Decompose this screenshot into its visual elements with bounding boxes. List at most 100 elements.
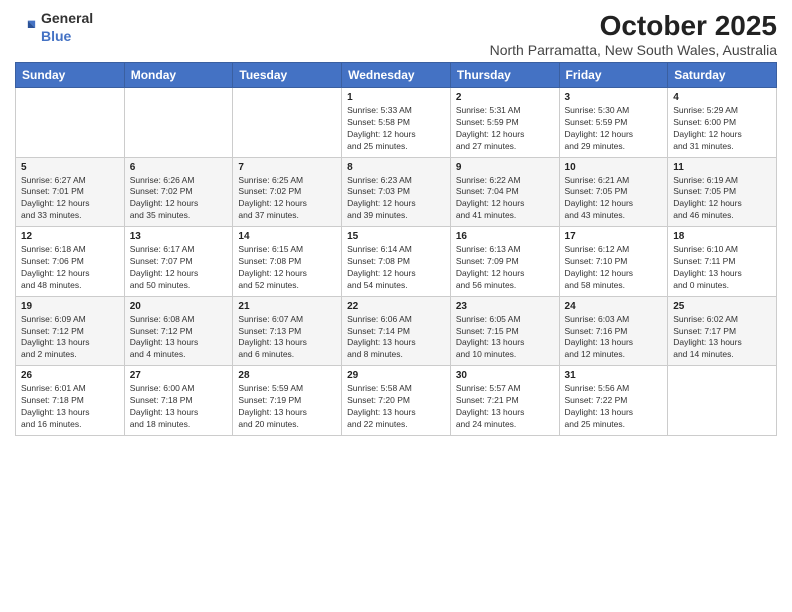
day-number: 8: [347, 162, 445, 173]
day-number: 23: [456, 301, 554, 312]
day-number: 22: [347, 301, 445, 312]
day-number: 13: [130, 231, 228, 242]
day-info: Sunrise: 6:17 AM Sunset: 7:07 PM Dayligh…: [130, 244, 228, 292]
calendar-cell: 3 Sunrise: 5:30 AM Sunset: 5:59 PM Daylig…: [559, 88, 668, 158]
day-number: 16: [456, 231, 554, 242]
day-number: 24: [565, 301, 663, 312]
day-number: 6: [130, 162, 228, 173]
day-number: 25: [673, 301, 771, 312]
logo-area: General Blue: [15, 10, 93, 46]
day-number: 11: [673, 162, 771, 173]
day-info: Sunrise: 5:57 AM Sunset: 7:21 PM Dayligh…: [456, 383, 554, 431]
day-number: 4: [673, 92, 771, 103]
weekday-header-tuesday: Tuesday: [233, 63, 342, 88]
weekday-header-row: SundayMondayTuesdayWednesdayThursdayFrid…: [16, 63, 777, 88]
day-number: 2: [456, 92, 554, 103]
calendar-cell: 20 Sunrise: 6:08 AM Sunset: 7:12 PM Dayli…: [124, 296, 233, 366]
calendar-cell: 27 Sunrise: 6:00 AM Sunset: 7:18 PM Dayli…: [124, 366, 233, 436]
calendar-cell: 26 Sunrise: 6:01 AM Sunset: 7:18 PM Dayli…: [16, 366, 125, 436]
calendar-cell: 28 Sunrise: 5:59 AM Sunset: 7:19 PM Dayli…: [233, 366, 342, 436]
calendar-cell: 25 Sunrise: 6:02 AM Sunset: 7:17 PM Dayli…: [668, 296, 777, 366]
calendar-cell: 31Sunrise: 5:56 AM Sunset: 7:22 PM Dayli…: [559, 366, 668, 436]
page: General Blue October 2025 North Parramat…: [0, 0, 792, 612]
subtitle: North Parramatta, New South Wales, Austr…: [490, 42, 777, 58]
calendar-cell: [16, 88, 125, 158]
day-number: 19: [21, 301, 119, 312]
day-info: Sunrise: 5:30 AM Sunset: 5:59 PM Dayligh…: [565, 105, 663, 153]
day-number: 20: [130, 301, 228, 312]
calendar-cell: 7 Sunrise: 6:25 AM Sunset: 7:02 PM Daylig…: [233, 157, 342, 227]
day-number: 17: [565, 231, 663, 242]
day-info: Sunrise: 5:33 AM Sunset: 5:58 PM Dayligh…: [347, 105, 445, 153]
calendar-cell: [233, 88, 342, 158]
calendar-cell: 5 Sunrise: 6:27 AM Sunset: 7:01 PM Daylig…: [16, 157, 125, 227]
calendar-cell: 14Sunrise: 6:15 AM Sunset: 7:08 PM Dayli…: [233, 227, 342, 297]
calendar-cell: 21Sunrise: 6:07 AM Sunset: 7:13 PM Dayli…: [233, 296, 342, 366]
day-info: Sunrise: 6:05 AM Sunset: 7:15 PM Dayligh…: [456, 314, 554, 362]
day-info: Sunrise: 6:07 AM Sunset: 7:13 PM Dayligh…: [238, 314, 336, 362]
weekday-header-saturday: Saturday: [668, 63, 777, 88]
day-number: 15: [347, 231, 445, 242]
calendar-week-4: 26 Sunrise: 6:01 AM Sunset: 7:18 PM Dayli…: [16, 366, 777, 436]
weekday-header-thursday: Thursday: [450, 63, 559, 88]
day-info: Sunrise: 6:23 AM Sunset: 7:03 PM Dayligh…: [347, 175, 445, 223]
day-info: Sunrise: 6:01 AM Sunset: 7:18 PM Dayligh…: [21, 383, 119, 431]
day-info: Sunrise: 5:58 AM Sunset: 7:20 PM Dayligh…: [347, 383, 445, 431]
day-number: 27: [130, 370, 228, 381]
logo-text: General Blue: [41, 10, 93, 46]
day-info: Sunrise: 6:22 AM Sunset: 7:04 PM Dayligh…: [456, 175, 554, 223]
calendar-cell: 12Sunrise: 6:18 AM Sunset: 7:06 PM Dayli…: [16, 227, 125, 297]
calendar-cell: 22Sunrise: 6:06 AM Sunset: 7:14 PM Dayli…: [342, 296, 451, 366]
day-info: Sunrise: 6:02 AM Sunset: 7:17 PM Dayligh…: [673, 314, 771, 362]
day-number: 9: [456, 162, 554, 173]
day-number: 12: [21, 231, 119, 242]
day-number: 28: [238, 370, 336, 381]
weekday-header-monday: Monday: [124, 63, 233, 88]
day-number: 31: [565, 370, 663, 381]
day-number: 5: [21, 162, 119, 173]
calendar-week-1: 5 Sunrise: 6:27 AM Sunset: 7:01 PM Daylig…: [16, 157, 777, 227]
day-number: 3: [565, 92, 663, 103]
calendar-cell: [668, 366, 777, 436]
day-info: Sunrise: 5:31 AM Sunset: 5:59 PM Dayligh…: [456, 105, 554, 153]
calendar-cell: 9 Sunrise: 6:22 AM Sunset: 7:04 PM Daylig…: [450, 157, 559, 227]
logo-icon: [15, 17, 37, 39]
main-title: October 2025: [490, 10, 777, 42]
day-number: 26: [21, 370, 119, 381]
day-info: Sunrise: 6:12 AM Sunset: 7:10 PM Dayligh…: [565, 244, 663, 292]
day-number: 30: [456, 370, 554, 381]
calendar-cell: 1Sunrise: 5:33 AM Sunset: 5:58 PM Daylig…: [342, 88, 451, 158]
day-info: Sunrise: 6:27 AM Sunset: 7:01 PM Dayligh…: [21, 175, 119, 223]
day-info: Sunrise: 6:25 AM Sunset: 7:02 PM Dayligh…: [238, 175, 336, 223]
calendar-week-2: 12Sunrise: 6:18 AM Sunset: 7:06 PM Dayli…: [16, 227, 777, 297]
day-info: Sunrise: 6:03 AM Sunset: 7:16 PM Dayligh…: [565, 314, 663, 362]
calendar: SundayMondayTuesdayWednesdayThursdayFrid…: [15, 62, 777, 436]
day-info: Sunrise: 6:26 AM Sunset: 7:02 PM Dayligh…: [130, 175, 228, 223]
calendar-cell: 17 Sunrise: 6:12 AM Sunset: 7:10 PM Dayli…: [559, 227, 668, 297]
calendar-cell: 15Sunrise: 6:14 AM Sunset: 7:08 PM Dayli…: [342, 227, 451, 297]
day-info: Sunrise: 6:00 AM Sunset: 7:18 PM Dayligh…: [130, 383, 228, 431]
calendar-cell: 23 Sunrise: 6:05 AM Sunset: 7:15 PM Dayli…: [450, 296, 559, 366]
day-info: Sunrise: 6:08 AM Sunset: 7:12 PM Dayligh…: [130, 314, 228, 362]
calendar-cell: 24 Sunrise: 6:03 AM Sunset: 7:16 PM Dayli…: [559, 296, 668, 366]
title-area: October 2025 North Parramatta, New South…: [490, 10, 777, 58]
day-info: Sunrise: 6:10 AM Sunset: 7:11 PM Dayligh…: [673, 244, 771, 292]
day-info: Sunrise: 6:13 AM Sunset: 7:09 PM Dayligh…: [456, 244, 554, 292]
calendar-week-3: 19Sunrise: 6:09 AM Sunset: 7:12 PM Dayli…: [16, 296, 777, 366]
calendar-cell: 11 Sunrise: 6:19 AM Sunset: 7:05 PM Dayli…: [668, 157, 777, 227]
calendar-cell: 8 Sunrise: 6:23 AM Sunset: 7:03 PM Daylig…: [342, 157, 451, 227]
calendar-week-0: 1Sunrise: 5:33 AM Sunset: 5:58 PM Daylig…: [16, 88, 777, 158]
day-number: 14: [238, 231, 336, 242]
day-info: Sunrise: 6:19 AM Sunset: 7:05 PM Dayligh…: [673, 175, 771, 223]
weekday-header-sunday: Sunday: [16, 63, 125, 88]
day-number: 7: [238, 162, 336, 173]
logo-general: General: [41, 10, 93, 26]
calendar-cell: 2 Sunrise: 5:31 AM Sunset: 5:59 PM Daylig…: [450, 88, 559, 158]
calendar-cell: 10Sunrise: 6:21 AM Sunset: 7:05 PM Dayli…: [559, 157, 668, 227]
day-number: 10: [565, 162, 663, 173]
day-info: Sunrise: 5:59 AM Sunset: 7:19 PM Dayligh…: [238, 383, 336, 431]
calendar-cell: 16 Sunrise: 6:13 AM Sunset: 7:09 PM Dayli…: [450, 227, 559, 297]
header: General Blue October 2025 North Parramat…: [15, 10, 777, 58]
day-number: 29: [347, 370, 445, 381]
calendar-cell: 6 Sunrise: 6:26 AM Sunset: 7:02 PM Daylig…: [124, 157, 233, 227]
